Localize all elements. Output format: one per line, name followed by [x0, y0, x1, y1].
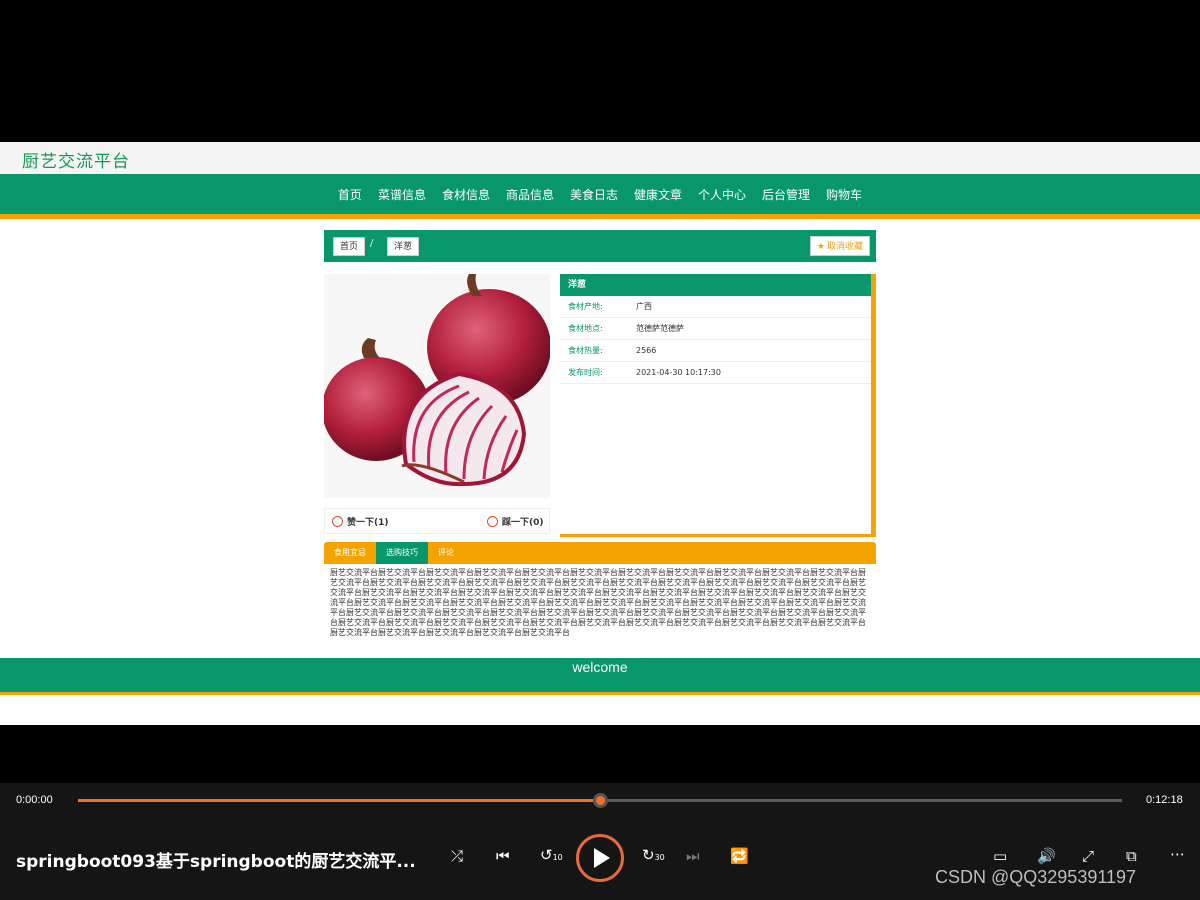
rewind-10-icon[interactable]: ↺10: [540, 846, 563, 864]
smile-icon: [332, 516, 343, 527]
onion-illustration: [324, 274, 550, 498]
nav-item-products[interactable]: 商品信息: [506, 186, 554, 203]
volume-icon[interactable]: 🔊: [1037, 847, 1056, 865]
tab-diet-notes[interactable]: 食用宜忌: [324, 542, 376, 564]
info-label: 食材产地:: [568, 302, 603, 311]
info-label: 食材热量:: [568, 346, 603, 355]
info-value: 2021-04-30 10:17:30: [636, 368, 721, 377]
tab-content: 厨艺交流平台厨艺交流平台厨艺交流平台厨艺交流平台厨艺交流平台厨艺交流平台厨艺交流…: [330, 568, 866, 637]
footer-text: welcome: [572, 659, 628, 675]
mini-player-icon[interactable]: ⧉: [1126, 847, 1137, 865]
nav-item-admin[interactable]: 后台管理: [762, 186, 810, 203]
ingredient-name: 洋葱: [560, 274, 871, 296]
vote-row: 赞一下(1) 踩一下(0): [324, 508, 550, 534]
play-button[interactable]: [576, 834, 624, 882]
info-label: 发布时间:: [568, 368, 603, 377]
info-row-calories: 食材热量: 2566: [560, 340, 871, 362]
info-value: 广西: [636, 302, 652, 311]
ingredient-info-panel: 洋葱 食材产地: 广西 食材地点: 范德萨范德萨 食材热量: 2566 发布时间…: [560, 274, 876, 537]
seek-bar[interactable]: [78, 793, 1122, 808]
nav-item-cart[interactable]: 购物车: [826, 186, 862, 203]
unfavorite-label: 取消收藏: [826, 242, 863, 252]
info-row-published: 发布时间: 2021-04-30 10:17:30: [560, 362, 871, 384]
more-options-icon[interactable]: ⋯: [1170, 845, 1185, 863]
breadcrumb-home[interactable]: 首页: [333, 237, 366, 256]
detail-tabs: 食用宜忌 选购技巧 评论: [324, 542, 876, 564]
tab-buying-tips[interactable]: 选购技巧: [376, 542, 428, 564]
subtitles-icon[interactable]: ▭: [993, 847, 1007, 865]
nav-item-home[interactable]: 首页: [338, 186, 362, 203]
nav-item-health-articles[interactable]: 健康文章: [634, 186, 682, 203]
site-footer: welcome: [0, 658, 1200, 695]
nav-item-recipes[interactable]: 菜谱信息: [378, 186, 426, 203]
main-nav: 首页 菜谱信息 食材信息 商品信息 美食日志 健康文章 个人中心 后台管理 购物…: [0, 174, 1200, 219]
site-header: 厨艺交流平台: [0, 142, 1200, 174]
video-frame: 厨艺交流平台 首页 菜谱信息 食材信息 商品信息 美食日志 健康文章 个人中心 …: [0, 142, 1200, 725]
nav-item-ingredients[interactable]: 食材信息: [442, 186, 490, 203]
unfavorite-button[interactable]: ★ 取消收藏: [809, 236, 870, 256]
watermark: CSDN @QQ3295391197: [935, 867, 1137, 887]
info-value: 范德萨范德萨: [636, 324, 684, 333]
star-icon: ★: [816, 242, 825, 252]
like-button[interactable]: 赞一下(1): [332, 515, 389, 528]
info-label: 食材地点:: [568, 324, 603, 333]
breadcrumb-separator: /: [370, 238, 374, 249]
player-controls: 0:00:00 0:12:18 springboot093基于springboo…: [0, 783, 1200, 900]
seek-bar-progress: [78, 799, 600, 802]
play-icon: [594, 848, 610, 868]
breadcrumb-current[interactable]: 洋葱: [387, 237, 420, 256]
dislike-label: 踩一下(0): [502, 518, 544, 528]
info-row-location: 食材地点: 范德萨范德萨: [560, 318, 871, 340]
shuffle-icon[interactable]: ⤮: [451, 847, 463, 865]
repeat-off-icon[interactable]: 🔁: [730, 847, 749, 865]
site-logo: 厨艺交流平台: [22, 152, 130, 172]
current-time: 0:00:00: [16, 794, 53, 806]
next-icon[interactable]: ⏭: [686, 847, 700, 865]
nav-item-user-center[interactable]: 个人中心: [698, 186, 746, 203]
info-row-origin: 食材产地: 广西: [560, 296, 871, 318]
total-time: 0:12:18: [1146, 794, 1183, 806]
seek-thumb[interactable]: [593, 793, 608, 808]
video-player-window: 厨艺交流平台 首页 菜谱信息 食材信息 商品信息 美食日志 健康文章 个人中心 …: [0, 0, 1200, 900]
forward-30-icon[interactable]: ↻30: [642, 846, 665, 864]
info-value: 2566: [636, 346, 657, 355]
frown-icon: [487, 516, 498, 527]
ingredient-image: [324, 274, 550, 498]
breadcrumb: 首页 / 洋葱 ★ 取消收藏: [324, 230, 876, 262]
video-title: springboot093基于springboot的厨艺交流平...: [16, 852, 416, 872]
like-label: 赞一下(1): [347, 518, 389, 528]
dislike-button[interactable]: 踩一下(0): [487, 515, 544, 528]
fullscreen-icon[interactable]: ⤢: [1082, 847, 1094, 865]
tab-comments[interactable]: 评论: [428, 542, 464, 564]
nav-item-food-diary[interactable]: 美食日志: [570, 186, 618, 203]
previous-icon[interactable]: ⏮: [496, 847, 510, 865]
